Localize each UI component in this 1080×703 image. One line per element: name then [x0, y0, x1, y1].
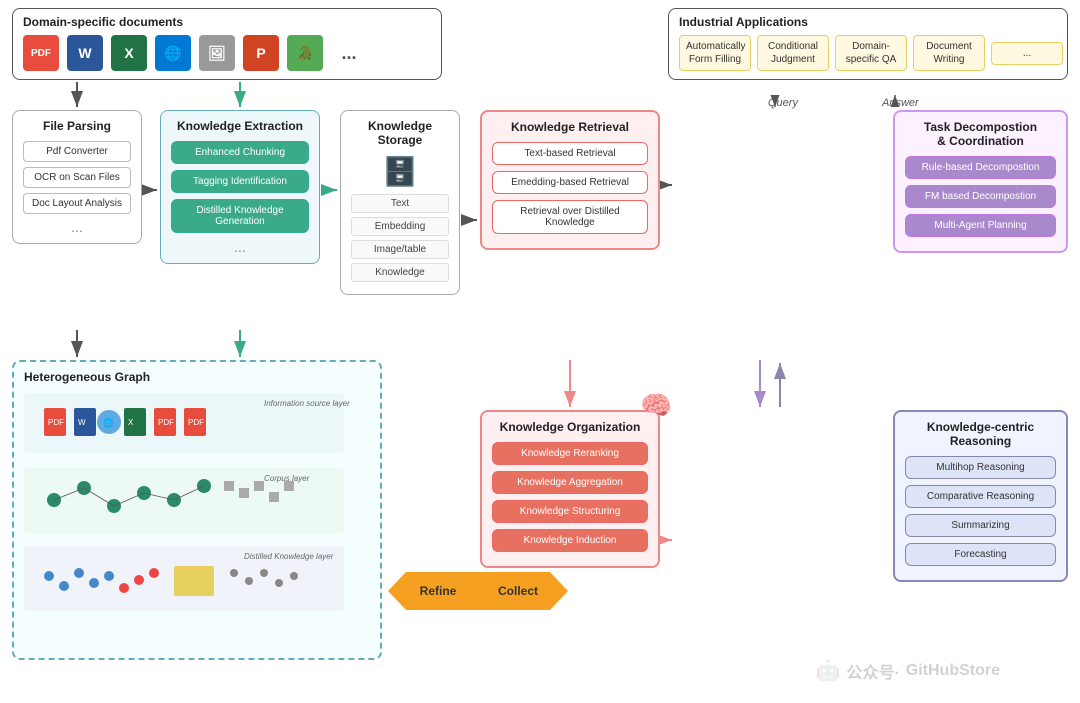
summarizing-item: Summarizing: [905, 514, 1056, 537]
query-label: Query: [768, 97, 798, 109]
comparative-item: Comparative Reasoning: [905, 485, 1056, 508]
distilled-kg-item: Distilled Knowledge Generation: [171, 199, 309, 233]
file-parsing-title: File Parsing: [23, 119, 131, 133]
storage-embedding: Embedding: [351, 217, 449, 236]
ke-ellipsis: ...: [171, 239, 309, 255]
svg-text:PDF: PDF: [188, 418, 204, 427]
fm-based-item: FM based Decompostion: [905, 185, 1056, 208]
wm-githubstore: GitHubStore: [906, 662, 1000, 680]
svg-text:🌐: 🌐: [103, 417, 114, 428]
task-decomposition-section: Task Decompostion& Coordination Rule-bas…: [893, 110, 1068, 253]
excel-icon: X: [111, 35, 147, 71]
hetero-graph-section: Heterogeneous Graph Information source l…: [12, 360, 382, 660]
knowledge-retrieval-title: Knowledge Retrieval: [492, 120, 648, 134]
multi-agent-item: Multi-Agent Planning: [905, 214, 1056, 237]
knowledge-org-title: Knowledge Organization: [492, 420, 648, 434]
text-retrieval-item: Text-based Retrieval: [492, 142, 648, 165]
embedding-retrieval-item: Emedding-based Retrieval: [492, 171, 648, 194]
app-conditional: ConditionalJudgment: [757, 35, 829, 71]
app-domain-qa: Domain-specific QA: [835, 35, 907, 71]
wm-text: 公众号·: [846, 659, 899, 683]
industrial-apps-title: Industrial Applications: [679, 15, 1057, 29]
knowledge-structuring-item: Knowledge Structuring: [492, 500, 648, 523]
storage-image: Image/table: [351, 240, 449, 259]
storage-knowledge: Knowledge: [351, 263, 449, 282]
multihop-item: Multihop Reasoning: [905, 456, 1056, 479]
ppt-icon: P: [243, 35, 279, 71]
domain-docs-title: Domain-specific documents: [23, 15, 431, 29]
doc-icons-row: PDF W X 🌐 🖼 P 🐊 ...: [23, 35, 431, 71]
kc-reasoning-section: Knowledge-centricReasoning Multihop Reas…: [893, 410, 1068, 582]
word-icon: W: [67, 35, 103, 71]
knowledge-reranking-item: Knowledge Reranking: [492, 442, 648, 465]
svg-text:Distilled Knowledge layer: Distilled Knowledge layer: [244, 552, 334, 561]
answer-label: Answer: [882, 97, 902, 109]
watermark: 🤖 公众号· GitHubStore: [816, 658, 1000, 683]
app-form-filling: AutomaticallyForm Filling: [679, 35, 751, 71]
svg-text:PDF: PDF: [158, 418, 174, 427]
kc-reasoning-title: Knowledge-centricReasoning: [905, 420, 1056, 448]
ocr-scan-item: OCR on Scan Files: [23, 167, 131, 188]
knowledge-extraction-title: Knowledge Extraction: [171, 119, 309, 133]
distilled-retrieval-item: Retrieval over Distilled Knowledge: [492, 200, 648, 234]
knowledge-org-section: Knowledge Organization Knowledge Reranki…: [480, 410, 660, 568]
file-parsing-section: File Parsing Pdf Converter OCR on Scan F…: [12, 110, 142, 244]
pdf-icon: PDF: [23, 35, 59, 71]
diagram: Domain-specific documents PDF W X 🌐 🖼 P …: [0, 0, 1080, 703]
knowledge-extraction-section: Knowledge Extraction Enhanced Chunking T…: [160, 110, 320, 264]
doc-layout-item: Doc Layout Analysis: [23, 193, 131, 214]
svg-text:X: X: [128, 418, 134, 427]
brain-icon: 🧠: [640, 390, 672, 421]
refine-arrow: Refine: [388, 572, 478, 610]
knowledge-storage-section: Knowledge Storage 🗄️ Text Embedding Imag…: [340, 110, 460, 295]
tagging-id-item: Tagging Identification: [171, 170, 309, 193]
storage-db-icon: 🗄️: [351, 155, 449, 188]
enhanced-chunking-item: Enhanced Chunking: [171, 141, 309, 164]
file-parsing-ellipsis: ...: [23, 219, 131, 235]
collect-arrow: Collect: [478, 572, 568, 610]
storage-text: Text: [351, 194, 449, 213]
industrial-apps-section: Industrial Applications AutomaticallyFor…: [668, 8, 1068, 80]
pdf-converter-item: Pdf Converter: [23, 141, 131, 162]
svg-text:Information source layer: Information source layer: [264, 399, 350, 408]
domain-docs-section: Domain-specific documents PDF W X 🌐 🖼 P …: [12, 8, 442, 80]
hetero-graph-title: Heterogeneous Graph: [24, 370, 370, 384]
knowledge-retrieval-section: Knowledge Retrieval Text-based Retrieval…: [480, 110, 660, 250]
svg-text:PDF: PDF: [48, 418, 64, 427]
knowledge-aggregation-item: Knowledge Aggregation: [492, 471, 648, 494]
app-boxes-row: AutomaticallyForm Filling ConditionalJud…: [679, 35, 1057, 71]
knowledge-storage-title: Knowledge Storage: [351, 119, 449, 147]
more-icon: ...: [331, 35, 367, 71]
app-doc-writing: DocumentWriting: [913, 35, 985, 71]
refine-collect-arrows: Refine Collect: [388, 572, 568, 610]
svg-text:W: W: [78, 418, 86, 427]
rule-based-item: Rule-based Decompostion: [905, 156, 1056, 179]
wm-robot-icon: 🤖: [816, 658, 841, 683]
knowledge-induction-item: Knowledge Induction: [492, 529, 648, 552]
hetero-graph-svg: Information source layer PDF W 🌐 X PDF P…: [24, 388, 364, 618]
db-icon: 🐊: [287, 35, 323, 71]
web-icon: 🌐: [155, 35, 191, 71]
forecasting-item: Forecasting: [905, 543, 1056, 566]
task-decomp-title: Task Decompostion& Coordination: [905, 120, 1056, 148]
app-more: ...: [991, 42, 1063, 65]
image-icon: 🖼: [199, 35, 235, 71]
